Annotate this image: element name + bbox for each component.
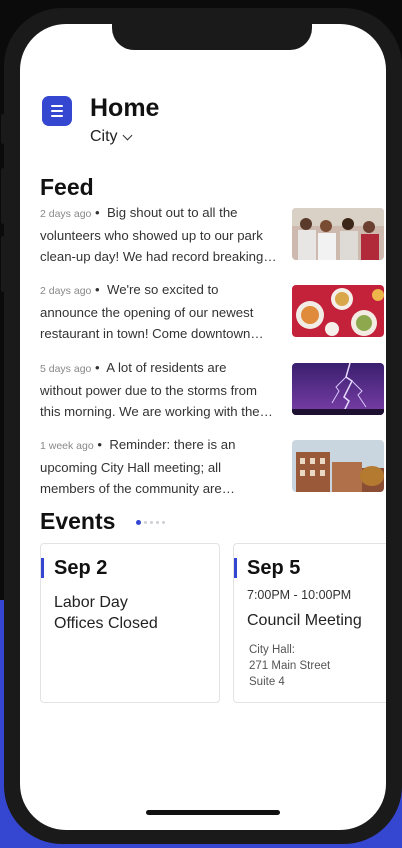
volume-down-button (1, 236, 5, 292)
event-accent-bar (41, 558, 44, 578)
lightning-storm-photo (292, 363, 384, 415)
feed-item-text: 5 days ago • A lot of residents are with… (40, 360, 273, 419)
feed-item-time: 2 days ago (40, 208, 92, 220)
volunteers-photo (292, 208, 384, 260)
events-pager[interactable] (136, 520, 165, 525)
location-label: City (90, 128, 118, 145)
restaurant-food-photo (292, 285, 384, 337)
city-hall-photo (292, 440, 384, 492)
event-card[interactable]: Sep 2 Labor Day Offices Closed (40, 543, 220, 703)
pager-dot[interactable] (156, 521, 159, 524)
chevron-down-icon (122, 130, 133, 140)
phone-frame: Home City Feed 2 days ago • Big shout ou… (1, 8, 402, 844)
menu-button[interactable] (42, 96, 72, 126)
feed-item[interactable]: 2 days ago • We're so excited to announc… (40, 279, 384, 347)
location-selector[interactable]: City (90, 128, 133, 146)
volume-up-button (1, 168, 5, 224)
feed-item[interactable]: 2 days ago • Big shout out to all the vo… (40, 202, 384, 270)
feed-item-text: 1 week ago • Reminder: there is an upcom… (40, 437, 236, 496)
event-title: Council Meeting (247, 612, 362, 629)
mute-switch (1, 114, 5, 144)
pager-dot[interactable] (136, 520, 141, 525)
feed-item-time: 2 days ago (40, 285, 92, 297)
pager-dot[interactable] (150, 521, 153, 524)
event-date: Sep 5 (247, 557, 301, 579)
event-card[interactable]: Sep 5 7:00PM - 10:00PM Council Meeting C… (233, 543, 386, 703)
event-date: Sep 2 (54, 557, 108, 579)
feed-item-text: 2 days ago • We're so excited to announc… (40, 282, 264, 341)
home-indicator[interactable] (146, 810, 280, 815)
feed-heading: Feed (40, 174, 94, 200)
feed-item[interactable]: 5 days ago • A lot of residents are with… (40, 357, 384, 425)
events-heading: Events (40, 508, 116, 534)
notch (112, 24, 312, 50)
event-time: 7:00PM - 10:00PM (247, 588, 352, 602)
pager-dot[interactable] (162, 521, 165, 524)
pager-dot[interactable] (144, 521, 147, 524)
event-accent-bar (234, 558, 237, 578)
app-screen: Home City Feed 2 days ago • Big shout ou… (20, 24, 386, 830)
event-title: Labor Day Offices Closed (54, 594, 158, 632)
feed-item-time: 1 week ago (40, 440, 94, 452)
feed-item[interactable]: 1 week ago • Reminder: there is an upcom… (40, 434, 384, 502)
event-address: City Hall: 271 Main Street Suite 4 (249, 644, 331, 688)
feed-item-time: 5 days ago (40, 363, 92, 375)
menu-icon (51, 105, 63, 107)
page-title: Home (90, 94, 160, 122)
feed-item-text: 2 days ago • Big shout out to all the vo… (40, 205, 277, 264)
